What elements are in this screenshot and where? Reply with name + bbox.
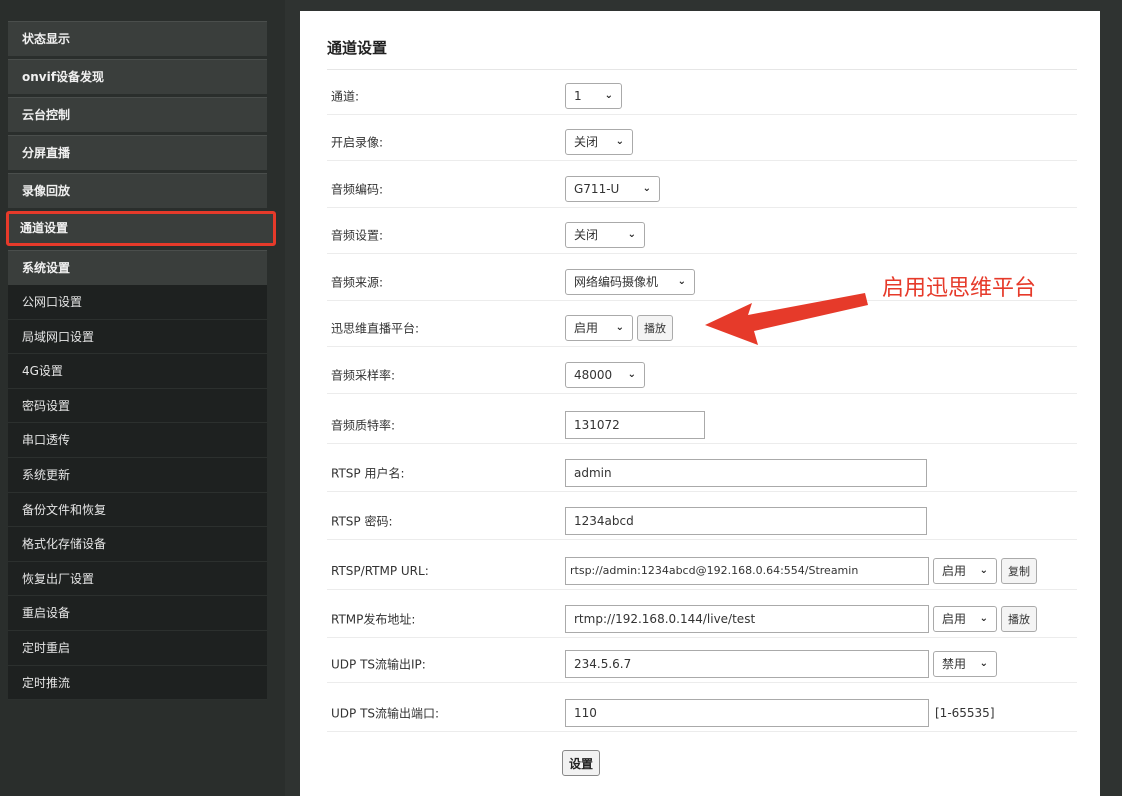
sidebar-item-status[interactable]: 状态显示 xyxy=(8,21,267,56)
rtsp-user-label: RTSP 用户名: xyxy=(331,466,405,480)
rtsp-user-input[interactable]: admin xyxy=(565,458,927,487)
live-platform-play-button[interactable]: 播放 xyxy=(637,314,673,341)
audio-codec-select[interactable]: G711-U ⌄ xyxy=(565,175,660,202)
copy-button[interactable]: 复制 xyxy=(1001,557,1037,584)
audio-codec-label: 音频编码: xyxy=(331,182,384,196)
row-audio-setting: 音频设置: 关闭 ⌄ xyxy=(327,216,1077,254)
chevron-down-icon: ⌄ xyxy=(979,613,988,624)
row-audio-codec: 音频编码: G711-U ⌄ xyxy=(327,170,1077,208)
udp-ip-input[interactable]: 234.5.6.7 xyxy=(565,649,929,678)
sidebar-item-scheduled-push[interactable]: 定时推流 xyxy=(8,666,267,701)
sidebar-item-4g[interactable]: 4G设置 xyxy=(8,354,267,389)
sidebar: 状态显示 onvif设备发现 云台控制 分屏直播 录像回放 通道设置 系统设置 … xyxy=(0,0,285,796)
annotation-arrow-icon xyxy=(705,293,868,345)
sidebar-item-reboot[interactable]: 重启设备 xyxy=(8,596,267,631)
submit-button[interactable]: 设置 xyxy=(562,750,601,776)
rtsp-url-label: RTSP/RTMP URL: xyxy=(331,563,429,578)
sidebar-item-lan[interactable]: 局域网口设置 xyxy=(8,320,267,355)
row-recording: 开启录像: 关闭 ⌄ xyxy=(327,123,1077,161)
sidebar-item-factory-reset[interactable]: 恢复出厂设置 xyxy=(8,562,267,597)
sidebar-item-system-settings[interactable]: 系统设置 xyxy=(8,250,267,285)
row-udp-ip: UDP TS流输出IP: 234.5.6.7 禁用 ⌄ xyxy=(327,645,1077,683)
annotation-text: 启用迅思维平台 xyxy=(882,276,1037,301)
row-rtsp-pass: RTSP 密码: 1234abcd xyxy=(327,502,1077,540)
sidebar-item-format[interactable]: 格式化存储设备 xyxy=(8,527,267,562)
sidebar-item-wan[interactable]: 公网口设置 xyxy=(8,285,267,320)
chevron-down-icon: ⌄ xyxy=(627,229,636,240)
udp-port-input[interactable]: 110 xyxy=(565,698,929,727)
sidebar-item-update[interactable]: 系统更新 xyxy=(8,458,267,493)
sidebar-item-backup[interactable]: 备份文件和恢复 xyxy=(8,493,267,528)
rtmp-play-button[interactable]: 播放 xyxy=(1001,605,1037,632)
recording-label: 开启录像: xyxy=(331,135,384,149)
rtmp-addr-select[interactable]: 启用 ⌄ xyxy=(933,605,997,632)
page-title: 通道设置 xyxy=(327,39,388,57)
channel-label: 通道: xyxy=(331,89,360,103)
row-rtmp-addr: RTMP发布地址: rtmp://192.168.0.144/live/test… xyxy=(327,600,1077,638)
chevron-down-icon: ⌄ xyxy=(604,90,613,101)
live-platform-select[interactable]: 启用 ⌄ xyxy=(565,314,633,341)
sidebar-item-serial[interactable]: 串口透传 xyxy=(8,423,267,458)
rtsp-url-input[interactable]: rtsp://admin:1234abcd@192.168.0.64:554/S… xyxy=(565,556,929,585)
bitrate-label: 音频质特率: xyxy=(331,418,396,432)
udp-ip-select[interactable]: 禁用 ⌄ xyxy=(933,650,997,677)
sidebar-item-playback[interactable]: 录像回放 xyxy=(8,173,267,208)
chevron-down-icon: ⌄ xyxy=(615,322,624,333)
sidebar-item-password[interactable]: 密码设置 xyxy=(8,389,267,424)
channel-select[interactable]: 1 ⌄ xyxy=(565,82,622,109)
chevron-down-icon: ⌄ xyxy=(677,276,686,287)
sidebar-item-scheduled-reboot[interactable]: 定时重启 xyxy=(8,631,267,666)
recording-select[interactable]: 关闭 ⌄ xyxy=(565,128,633,155)
row-sample-rate: 音频采样率: 48000 ⌄ xyxy=(327,356,1077,394)
sidebar-item-ptz[interactable]: 云台控制 xyxy=(8,97,267,132)
sidebar-item-channel-settings[interactable]: 通道设置 xyxy=(6,211,276,246)
settings-panel: 通道设置 通道: 1 ⌄ 开启录像: 关闭 ⌄ 音频编码: G711-U ⌄ 音频设置… xyxy=(300,11,1100,796)
live-platform-label: 迅思维直播平台: xyxy=(331,321,420,335)
title-divider xyxy=(327,69,1077,70)
audio-source-select[interactable]: 网络编码摄像机 ⌄ xyxy=(565,268,695,295)
row-channel: 通道: 1 ⌄ xyxy=(327,77,1077,115)
udp-port-label: UDP TS流输出端口: xyxy=(331,706,440,720)
bitrate-input[interactable]: 131072 xyxy=(565,410,705,439)
sample-rate-label: 音频采样率: xyxy=(331,368,396,382)
sidebar-item-split-live[interactable]: 分屏直播 xyxy=(8,135,267,170)
system-submenu: 公网口设置 局域网口设置 4G设置 密码设置 串口透传 系统更新 备份文件和恢复… xyxy=(8,285,267,701)
audio-setting-label: 音频设置: xyxy=(331,228,384,242)
audio-setting-select[interactable]: 关闭 ⌄ xyxy=(565,221,645,248)
audio-source-label: 音频来源: xyxy=(331,275,384,289)
row-bitrate: 音频质特率: 131072 xyxy=(327,406,1077,444)
sample-rate-select[interactable]: 48000 ⌄ xyxy=(565,361,645,388)
chevron-down-icon: ⌄ xyxy=(979,565,988,576)
row-rtsp-url: RTSP/RTMP URL: rtsp://admin:1234abcd@192… xyxy=(327,552,1077,590)
udp-port-range: [1-65535] xyxy=(935,705,995,720)
chevron-down-icon: ⌄ xyxy=(642,183,651,194)
chevron-down-icon: ⌄ xyxy=(979,658,988,669)
udp-ip-label: UDP TS流输出IP: xyxy=(331,657,426,671)
rtmp-addr-label: RTMP发布地址: xyxy=(331,612,416,626)
rtmp-addr-input[interactable]: rtmp://192.168.0.144/live/test xyxy=(565,604,929,633)
chevron-down-icon: ⌄ xyxy=(615,136,624,147)
rtsp-url-select[interactable]: 启用 ⌄ xyxy=(933,557,997,584)
rtsp-pass-label: RTSP 密码: xyxy=(331,514,393,528)
sidebar-item-onvif[interactable]: onvif设备发现 xyxy=(8,59,267,94)
rtsp-pass-input[interactable]: 1234abcd xyxy=(565,506,927,535)
chevron-down-icon: ⌄ xyxy=(627,369,636,380)
row-udp-port: UDP TS流输出端口: 110 [1-65535] xyxy=(327,694,1077,732)
row-rtsp-user: RTSP 用户名: admin xyxy=(327,454,1077,492)
